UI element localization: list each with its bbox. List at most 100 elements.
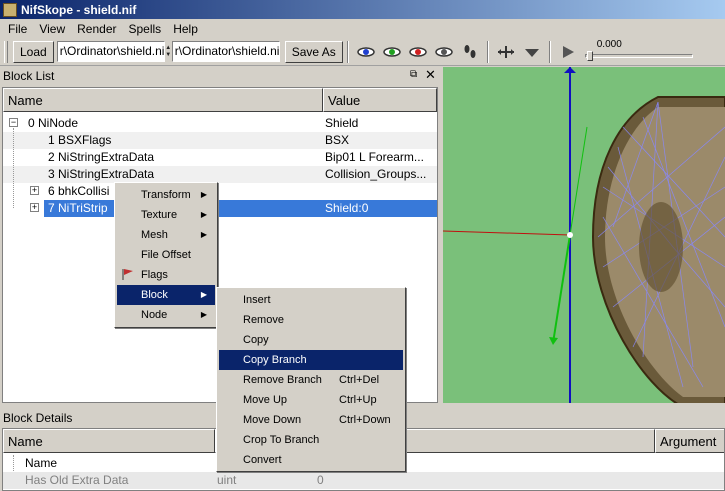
menu-item-crop-to-branch[interactable]: Crop To Branch [219,430,403,450]
window-title: NifSkope - shield.nif [21,2,137,17]
render-viewport[interactable] [443,67,725,403]
view-eye-user-icon[interactable] [433,41,455,63]
menu-item-flags[interactable]: Flags [117,265,215,285]
row-name: 7 NiTriStrip [48,201,108,215]
menu-render[interactable]: Render [71,22,122,36]
view-eye-blue-icon[interactable] [355,41,377,63]
block-list-titlebar: Block List ⧉ ✕ [0,67,440,85]
row-value: Shield:0 [325,201,369,215]
menu-item-label: Node [141,309,168,321]
row-name: 1 BSXFlags [48,133,112,147]
menu-item-convert[interactable]: Convert [219,450,403,470]
menu-item-label: Crop To Branch [243,434,320,446]
tree-row[interactable]: + 6 bhkCollisi [3,183,437,200]
row-value: Shield [325,116,359,130]
save-as-button[interactable]: Save As [284,40,343,63]
menu-item-node[interactable]: Node ▶ [117,305,215,325]
menu-help[interactable]: Help [167,22,204,36]
view-down-icon[interactable] [521,41,543,63]
tree-line [13,128,14,208]
toolbar: Load r\Ordinator\shield.nif ▲ ▼ r\Ordinat… [0,38,725,66]
menu-view[interactable]: View [33,22,71,36]
menu-item-label: Copy Branch [243,354,307,366]
menu-item-label: Block [141,289,168,301]
detail-row[interactable]: Has Old Extra Data uint 0 [3,472,724,489]
menu-item-label: Remove Branch [243,374,322,386]
menu-item-mesh[interactable]: Mesh ▶ [117,225,215,245]
row-name: 2 NiStringExtraData [48,150,155,164]
menu-spells[interactable]: Spells [123,22,168,36]
load-path-input[interactable]: r\Ordinator\shield.nif [56,41,165,62]
submenu-arrow-icon: ▶ [200,190,207,199]
menu-item-remove-branch[interactable]: Remove Branch Ctrl+Del [219,370,403,390]
toolbar-separator [548,40,551,63]
submenu-arrow-icon: ▶ [200,310,207,319]
walk-icon[interactable] [459,41,481,63]
menu-item-label: Transform [141,189,191,201]
block-submenu: Insert Remove Copy Copy Branch Remove Br… [216,287,406,472]
pane-splitter[interactable] [438,67,443,403]
menu-item-label: File Offset [141,249,191,261]
submenu-arrow-icon: ▶ [200,290,207,299]
menu-item-block[interactable]: Block ▶ [117,285,215,305]
menu-item-shortcut: Ctrl+Up [339,394,377,406]
tree-row[interactable]: 1 BSXFlags BSX [3,132,437,149]
menu-item-label: Insert [243,294,271,306]
flags-icon [121,268,134,284]
column-header-name[interactable]: Name [3,429,215,453]
menu-file[interactable]: File [2,22,33,36]
column-header-name[interactable]: Name [3,88,323,112]
tree-row[interactable]: 3 NiStringExtraData Collision_Groups... [3,166,437,183]
collapse-icon[interactable]: − [9,118,18,127]
toolbar-separator [486,40,489,63]
menu-item-copy-branch[interactable]: Copy Branch [219,350,403,370]
menu-item-copy[interactable]: Copy [219,330,403,350]
row-name: 6 bhkCollisi [48,184,110,198]
menu-item-label: Mesh [141,229,168,241]
detail-name: Name [25,456,58,470]
submenu-arrow-icon: ▶ [200,210,207,219]
play-icon[interactable] [557,41,579,63]
detail-type: uint [217,473,237,487]
row-value: BSX [325,133,350,147]
move-axis-icon[interactable] [495,41,517,63]
expand-icon[interactable]: + [30,186,39,195]
tree-row[interactable]: − 0 NiNode Shield [3,115,437,132]
close-icon[interactable]: ✕ [425,67,436,83]
tree-row[interactable]: 2 NiStringExtraData Bip01 L Forearm... [3,149,437,166]
menu-item-insert[interactable]: Insert [219,290,403,310]
menu-item-shortcut: Ctrl+Del [339,374,380,386]
time-slider-handle[interactable] [586,50,593,61]
load-path-spinner[interactable]: ▲ ▼ [165,41,172,62]
expand-icon[interactable]: + [30,203,39,212]
menu-item-file-offset[interactable]: File Offset [117,245,215,265]
detail-value: 0 [317,473,324,487]
save-path-input[interactable]: r\Ordinator\shield.nif [171,41,280,62]
load-button[interactable]: Load [13,40,54,63]
column-header-value[interactable]: Value [323,88,437,112]
menu-item-texture[interactable]: Texture ▶ [117,205,215,225]
time-slider-track [584,53,693,58]
menu-item-remove[interactable]: Remove [219,310,403,330]
menu-item-move-up[interactable]: Move Up Ctrl+Up [219,390,403,410]
time-slider[interactable]: 0.000 [584,38,695,63]
column-header-argument[interactable]: Argument [655,429,724,453]
view-eye-red-icon[interactable] [407,41,429,63]
undock-icon[interactable]: ⧉ [410,69,417,80]
view-eye-green-icon[interactable] [381,41,403,63]
menu-item-label: Texture [141,209,178,221]
menu-item-move-down[interactable]: Move Down Ctrl+Down [219,410,403,430]
menu-item-label: Remove [243,314,284,326]
tree-row[interactable]: + 7 NiTriStrip Shield:0 [3,200,437,217]
row-name: 0 NiNode [28,116,79,130]
toolbar-grip[interactable] [4,40,8,63]
menu-bar: File View Render Spells Help [0,19,725,38]
time-value: 0.000 [596,38,622,50]
app-icon [3,2,17,17]
submenu-arrow-icon: ▶ [200,230,207,239]
title-bar: NifSkope - shield.nif [0,0,725,19]
menu-item-label: Move Up [243,394,288,406]
menu-item-transform[interactable]: Transform ▶ [117,185,215,205]
menu-item-label: Flags [141,269,168,281]
row-value: Bip01 L Forearm... [325,150,424,164]
